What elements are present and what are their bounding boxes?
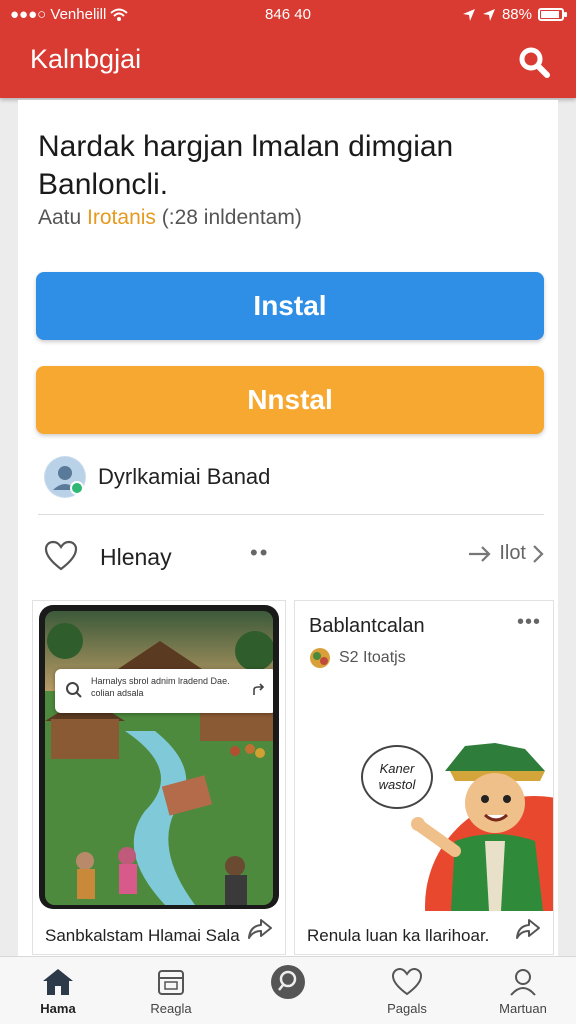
- nav-label-favorites: Pagals: [387, 1001, 427, 1016]
- tile-right-subtitle: S2 Itoatjs: [339, 649, 406, 666]
- nav-label-calendar: Reagla: [150, 1001, 192, 1016]
- listing-headline: Nardak hargjan lmalan dimgian Banloncli.: [38, 130, 454, 201]
- tile-left-caption: Sanbkalstam Hlamai Sala: [45, 926, 240, 945]
- nav-item-home[interactable]: Hama: [13, 963, 103, 1016]
- tile-right-title: Bablantcalan: [309, 615, 425, 637]
- app-title: Kalnbgjai: [30, 44, 142, 74]
- search-icon: [66, 682, 82, 698]
- battery-level: [541, 11, 559, 18]
- profile-icon: [510, 969, 536, 996]
- location-arrow-icon-2: [482, 8, 495, 21]
- tile-right[interactable]: Bablantcalan ••• S2 Itoatjs Kaner wastol…: [294, 600, 554, 955]
- nav-item-favorites[interactable]: Pagals: [362, 963, 452, 1016]
- nav-item-profile[interactable]: Martuan: [478, 963, 568, 1016]
- publisher-avatar-icon: [45, 457, 85, 497]
- tile-right-caption: Renula luan ka llarihoar.: [307, 926, 490, 945]
- in-game-search-text: Harnalys sbrol adnim lradend Dae. colian…: [91, 676, 230, 698]
- heart-icon: [391, 967, 423, 996]
- chevron-right-icon: [533, 544, 544, 563]
- tile-left-share-button[interactable]: [247, 917, 273, 946]
- heart-outline-icon: [44, 540, 78, 571]
- village-scene-image: [45, 611, 273, 905]
- nav-label-home: Hama: [40, 1001, 76, 1016]
- bottom-nav: Hama Reagla Pagals Martuan: [0, 956, 576, 1024]
- nav-item-calendar[interactable]: Reagla: [126, 963, 216, 1016]
- calendar-icon: [158, 970, 184, 995]
- share-icon: [248, 919, 272, 939]
- search-circle-icon: [271, 965, 305, 999]
- status-bar: ●●●○ Venhelill 846 40 88%: [0, 0, 576, 30]
- more-dots[interactable]: ••: [250, 540, 269, 566]
- game-illustration: Harnalys sbrol adnim lradend Dae. colian…: [45, 611, 273, 905]
- app-header: ●●●○ Venhelill 846 40 88% Kalnbgjai: [0, 0, 576, 98]
- install-button[interactable]: Instal: [36, 272, 544, 340]
- like-button[interactable]: [44, 540, 78, 577]
- share-arrow-icon: [253, 683, 265, 695]
- location-arrow-icon: [462, 8, 475, 21]
- publisher-name: Dyrlkamiai Banad: [98, 464, 271, 489]
- meta-prefix: Aatu: [38, 206, 88, 229]
- speech-bubble: Kaner wastol: [361, 745, 433, 809]
- search-button[interactable]: [516, 44, 552, 80]
- meta-suffix: (:28 inldentam): [155, 206, 302, 229]
- share-icon: [516, 919, 540, 939]
- meta-highlight[interactable]: Irotanis: [87, 206, 156, 229]
- install-secondary-button[interactable]: Nnstal: [36, 366, 544, 434]
- tile-left[interactable]: Harnalys sbrol adnim lradend Dae. colian…: [32, 600, 286, 955]
- action-row: Hlenay •• Ilot: [44, 536, 544, 580]
- share-button[interactable]: Ilot: [467, 542, 544, 565]
- avatar: [44, 456, 86, 498]
- battery-percent: 88%: [501, 6, 532, 23]
- badge-icon: [310, 648, 330, 668]
- share-label: Ilot: [499, 542, 526, 564]
- tile-right-subtitle-row: S2 Itoatjs: [309, 647, 406, 669]
- divider: [38, 514, 544, 515]
- in-game-search-card[interactable]: Harnalys sbrol adnim lradend Dae. colian…: [55, 669, 273, 713]
- phone-preview: Harnalys sbrol adnim lradend Dae. colian…: [39, 605, 279, 909]
- publisher-row[interactable]: Dyrlkamiai Banad: [44, 456, 270, 498]
- tile-right-share-button[interactable]: [515, 917, 541, 946]
- home-icon: [43, 969, 73, 995]
- more-options-button[interactable]: •••: [517, 611, 541, 634]
- status-right: 88%: [462, 6, 567, 23]
- nav-label-profile: Martuan: [499, 1001, 547, 1016]
- arrow-right-icon: [469, 545, 491, 562]
- like-label: Hlenay: [100, 544, 172, 570]
- search-icon: [519, 47, 550, 78]
- nav-item-search[interactable]: [243, 963, 333, 1001]
- listing-meta: Aatu Irotanis (:28 inldentam): [38, 206, 302, 230]
- battery-icon: [538, 8, 567, 21]
